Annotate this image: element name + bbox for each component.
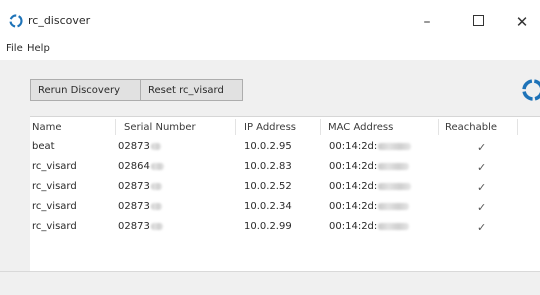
redacted-blur <box>150 202 162 210</box>
table-row-ip[interactable]: 10.0.2.95 <box>244 141 292 152</box>
table-row-serial[interactable]: 02873 <box>118 221 163 232</box>
close-button[interactable]: ✕ <box>507 12 537 32</box>
serial-text: 02873 <box>118 141 150 152</box>
maximize-icon <box>472 15 484 26</box>
minimize-button[interactable]: – <box>412 12 442 32</box>
column-divider[interactable] <box>320 119 321 135</box>
table-row-ip[interactable]: 10.0.2.83 <box>244 161 292 172</box>
reachable-check-icon: ✓ <box>477 161 487 174</box>
column-header-ip-address[interactable]: IP Address <box>244 122 296 133</box>
reachable-check-icon: ✓ <box>477 141 487 154</box>
column-divider[interactable] <box>517 119 518 135</box>
table-row-serial[interactable]: 02864 <box>118 161 164 172</box>
column-header-serial-number[interactable]: Serial Number <box>124 122 196 133</box>
column-divider[interactable] <box>115 119 116 135</box>
table-row-mac[interactable]: 00:14:2d: <box>329 141 412 152</box>
menu-help[interactable]: Help <box>27 43 50 54</box>
reset-rc-visard-button[interactable]: Reset rc_visard <box>140 79 243 101</box>
reachable-check-icon: ✓ <box>477 221 487 234</box>
redacted-blur <box>378 202 410 210</box>
rerun-discovery-button[interactable]: Rerun Discovery <box>30 79 141 101</box>
toolbar: Rerun Discovery Reset rc_visard <box>0 60 540 114</box>
column-divider[interactable] <box>235 119 236 135</box>
serial-text: 02873 <box>118 221 150 232</box>
mac-text: 00:14:2d: <box>329 221 378 232</box>
table-row-ip[interactable]: 10.0.2.34 <box>244 201 292 212</box>
table-row-mac[interactable]: 00:14:2d: <box>329 221 410 232</box>
mac-text: 00:14:2d: <box>329 161 378 172</box>
discovery-spinner-icon <box>522 79 540 101</box>
reachable-check-icon: ✓ <box>477 181 487 194</box>
redacted-blur <box>150 142 161 150</box>
table-row-serial[interactable]: 02873 <box>118 181 162 192</box>
redacted-blur <box>150 162 164 170</box>
table-row-name[interactable]: beat <box>32 141 55 152</box>
redacted-blur <box>150 182 162 190</box>
mac-text: 00:14:2d: <box>329 181 378 192</box>
table-row-name[interactable]: rc_visard <box>32 161 77 172</box>
redacted-blur <box>150 222 163 230</box>
maximize-button[interactable] <box>463 12 493 32</box>
menu-bar: File Help <box>0 40 540 60</box>
menu-file[interactable]: File <box>6 43 23 54</box>
redacted-blur <box>378 222 410 230</box>
table-row-mac[interactable]: 00:14:2d: <box>329 161 410 172</box>
table-row-name[interactable]: rc_visard <box>32 221 77 232</box>
serial-text: 02873 <box>118 201 150 212</box>
mac-text: 00:14:2d: <box>329 201 378 212</box>
table-row-name[interactable]: rc_visard <box>32 201 77 212</box>
mac-text: 00:14:2d: <box>329 141 378 152</box>
table-row-ip[interactable]: 10.0.2.52 <box>244 181 292 192</box>
table-row-ip[interactable]: 10.0.2.99 <box>244 221 292 232</box>
app-window: rc_discover – ✕ File Help Rerun Discover… <box>0 0 540 295</box>
column-header-reachable[interactable]: Reachable <box>445 122 497 133</box>
table-row-mac[interactable]: 00:14:2d: <box>329 181 412 192</box>
serial-text: 02864 <box>118 161 150 172</box>
redacted-blur <box>378 162 410 170</box>
redacted-blur <box>378 142 412 150</box>
column-header-mac-address[interactable]: MAC Address <box>328 122 393 133</box>
status-bar <box>0 271 540 295</box>
reachable-check-icon: ✓ <box>477 201 487 214</box>
column-header-name[interactable]: Name <box>32 122 62 133</box>
app-refresh-icon <box>9 14 23 28</box>
table-row-name[interactable]: rc_visard <box>32 181 77 192</box>
device-table[interactable]: Name Serial Number IP Address MAC Addres… <box>30 116 540 271</box>
column-divider[interactable] <box>438 119 439 135</box>
redacted-blur <box>378 182 412 190</box>
serial-text: 02873 <box>118 181 150 192</box>
table-row-serial[interactable]: 02873 <box>118 141 161 152</box>
title-bar[interactable]: rc_discover – ✕ <box>0 0 540 40</box>
table-row-mac[interactable]: 00:14:2d: <box>329 201 410 212</box>
table-row-serial[interactable]: 02873 <box>118 201 162 212</box>
window-title: rc_discover <box>28 14 91 27</box>
